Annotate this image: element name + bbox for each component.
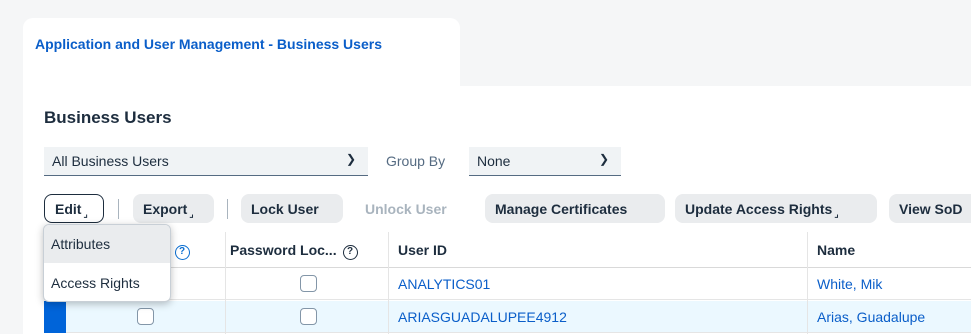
section-title: Business Users (44, 108, 172, 127)
menu-corner-icon: ⌟ (834, 209, 839, 219)
column-header-password-locked[interactable]: Password Loc...? (230, 242, 358, 260)
app-tab[interactable]: Application and User Management - Busine… (23, 18, 460, 68)
business-users-table: d? Password Loc...? User ID Name ANALYTI… (44, 232, 971, 334)
variant-select[interactable]: All Business Users ❯ (44, 147, 368, 176)
variant-select-value: All Business Users (52, 153, 169, 169)
export-button-label: Export (143, 201, 188, 217)
edit-menu-button[interactable]: Edit ⌟ (44, 194, 104, 223)
menu-corner-icon: ⌟ (83, 209, 88, 219)
manage-certificates-button[interactable]: Manage Certificates (485, 194, 665, 223)
locked-checkbox (137, 308, 154, 325)
edit-button-label: Edit (55, 201, 82, 217)
update-access-rights-button[interactable]: Update Access Rights ⌟ (675, 194, 877, 223)
column-divider (225, 232, 226, 334)
column-header-user-id[interactable]: User ID (398, 242, 447, 258)
table-row[interactable]: ANALYTICS01 White, Mik (44, 268, 971, 300)
help-icon[interactable]: ? (174, 245, 190, 260)
menu-item-access-rights[interactable]: Access Rights (44, 264, 170, 301)
name-link[interactable]: White, Mik (817, 276, 882, 292)
export-menu-button[interactable]: Export ⌟ (133, 194, 214, 223)
chevron-down-icon: ❯ (345, 152, 356, 166)
menu-corner-icon: ⌟ (189, 209, 194, 219)
edit-dropdown-menu: Attributes Access Rights (43, 224, 171, 302)
column-header-name[interactable]: Name (817, 242, 855, 258)
row-selection-marker[interactable] (44, 301, 66, 333)
help-icon[interactable]: ? (342, 245, 358, 260)
menu-item-attributes[interactable]: Attributes (44, 225, 170, 263)
column-divider (388, 232, 389, 334)
group-by-label: Group By (386, 153, 446, 169)
user-id-link[interactable]: ANALYTICS01 (398, 276, 490, 292)
chevron-down-icon: ❯ (598, 152, 609, 166)
group-by-select[interactable]: None ❯ (469, 147, 621, 176)
table-row[interactable]: ARIASGUADALUPEE4912 Arias, Guadalupe (44, 301, 971, 333)
card-header-mask (23, 68, 460, 86)
update-access-rights-label: Update Access Rights (685, 201, 833, 217)
toolbar-separator (118, 199, 119, 219)
column-header-password-locked-label: Password Loc... (230, 242, 337, 258)
user-id-link[interactable]: ARIASGUADALUPEE4912 (398, 309, 567, 325)
password-locked-checkbox (300, 275, 317, 292)
name-link[interactable]: Arias, Guadalupe (817, 309, 925, 325)
toolbar-separator (227, 199, 228, 219)
password-locked-checkbox (300, 308, 317, 325)
lock-user-button[interactable]: Lock User (241, 194, 343, 223)
column-divider (807, 232, 808, 334)
view-sod-button[interactable]: View SoD (889, 194, 971, 223)
table-header-row: d? Password Loc...? User ID Name (44, 232, 971, 268)
app-tab-title[interactable]: Application and User Management - Busine… (35, 36, 382, 52)
group-by-select-value: None (477, 153, 511, 169)
unlock-user-button: Unlock User (365, 201, 447, 217)
